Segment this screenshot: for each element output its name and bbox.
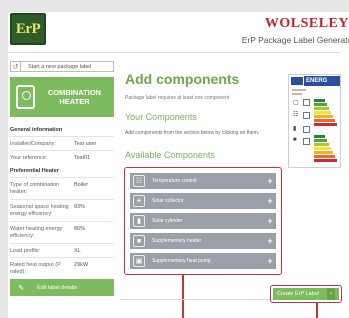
- erp-logo: ErP: [10, 13, 46, 45]
- rating-bar: [314, 123, 337, 126]
- rating-bar: [314, 151, 333, 154]
- info-row-installer: Installer/Company: Test user: [10, 141, 97, 147]
- thermostat-icon: ☷: [293, 112, 299, 118]
- heat-pump-icon: ▣: [133, 255, 145, 267]
- divider: [10, 199, 114, 200]
- rating-bar: [314, 147, 331, 150]
- cylinder-icon: ▮: [133, 215, 145, 227]
- label-slot: [303, 138, 310, 145]
- create-erp-label-highlight: Create ErP Label ›: [270, 285, 342, 303]
- preferential-heater-title: Preferential Heater: [10, 168, 59, 174]
- rating-bar: [314, 139, 327, 142]
- available-components-title: Available Components: [125, 150, 215, 160]
- edit-label-details-text: Edit label details: [37, 284, 78, 291]
- rating-bar: [314, 99, 325, 102]
- divider: [10, 150, 114, 151]
- label-text-line: [292, 93, 302, 95]
- create-erp-label-text: Create ErP Label: [276, 291, 320, 297]
- plus-icon: +: [267, 216, 273, 226]
- plus-icon: +: [267, 236, 273, 246]
- cylinder-icon: ▮: [293, 126, 297, 132]
- heater-icon: ■: [133, 235, 145, 247]
- rating-bar: [314, 159, 337, 162]
- thermostat-icon: ☷: [133, 175, 145, 187]
- component-supplementary-heater[interactable]: ■ Supplementary heater +: [130, 233, 276, 249]
- rating-bar: [314, 111, 331, 114]
- info-row-rated-output: Rated heat output (P rated): 29kW: [10, 262, 89, 275]
- info-row-combination-type: Type of combination heater: Boiler: [10, 182, 89, 195]
- label-text-line: [292, 89, 306, 91]
- energy-label-preview: ENERG ▢ ☷ ▮ ■: [288, 74, 341, 168]
- plus-icon: +: [267, 256, 273, 266]
- callout-line: [316, 303, 318, 318]
- label-slot: [303, 112, 310, 119]
- pencil-icon: ✎: [18, 284, 24, 292]
- label-slot: [303, 99, 310, 106]
- divider: [10, 136, 114, 137]
- create-erp-label-button[interactable]: Create ErP Label ›: [273, 288, 339, 300]
- edit-label-details-button[interactable]: ✎ Edit label details: [10, 279, 114, 296]
- rating-bar: [314, 143, 329, 146]
- rating-bar: [314, 155, 335, 158]
- info-row-water-heating: Water heating energy efficiency: 86%: [10, 226, 86, 239]
- component-temperature-control[interactable]: ☷ Temperature control +: [130, 173, 276, 189]
- component-supplementary-heat-pump[interactable]: ▣ Supplementary heat pump +: [130, 253, 276, 269]
- solar-collector-icon: ☀: [133, 195, 145, 207]
- heater-type-box: COMBINATION HEATER: [10, 77, 114, 117]
- component-solar-cylinder[interactable]: ▮ Solar cylinder +: [130, 213, 276, 229]
- info-row-reference: Your reference: Test01: [10, 155, 91, 161]
- available-components-list: ☷ Temperature control + ☀ Solar collecto…: [124, 167, 282, 275]
- divider: [10, 243, 114, 244]
- info-row-load-profile: Load profile: XL: [10, 248, 81, 254]
- wolseley-brand: WOLSELEY: [264, 16, 349, 31]
- divider: [10, 257, 114, 258]
- divider: [10, 177, 114, 178]
- heater-icon: ■: [293, 137, 297, 143]
- info-row-space-heating: Seasonal space heating energy efficiency…: [10, 204, 86, 217]
- your-components-title: Your Components: [125, 112, 197, 122]
- energy-label-heading: ENERG: [304, 76, 340, 86]
- start-new-label-text: Start a new package label: [28, 63, 92, 70]
- restart-icon: ↺: [11, 62, 21, 71]
- requirement-note: Package label requires at least one comp…: [125, 95, 230, 101]
- arrow-right-icon: ›: [327, 288, 336, 300]
- header-divider: [8, 52, 341, 53]
- page-title: Add components: [125, 71, 240, 87]
- start-new-label-button[interactable]: ↺ Start a new package label: [10, 61, 114, 72]
- rating-bar: [314, 135, 325, 138]
- app-subtitle: ErP Package Label Generator: [241, 35, 349, 45]
- divider: [10, 221, 114, 222]
- rating-bar: [314, 115, 333, 118]
- boiler-icon: [16, 85, 35, 109]
- boiler-icon: ▢: [293, 100, 299, 106]
- callout-line: [182, 275, 184, 318]
- add-components-note: Add components from the section below by…: [125, 130, 260, 136]
- plus-icon: +: [267, 196, 273, 206]
- rating-bar: [314, 107, 329, 110]
- heater-type-title: COMBINATION HEATER: [47, 88, 102, 106]
- page: ErP WOLSELEY ErP Package Label Generator…: [0, 0, 349, 318]
- general-info-title: General information: [10, 127, 63, 133]
- rating-bar: [314, 103, 327, 106]
- component-solar-collector[interactable]: ☀ Solar collector +: [130, 193, 276, 209]
- eu-flag-icon: [291, 77, 303, 85]
- rating-bar: [314, 119, 335, 122]
- label-slot: [303, 126, 310, 133]
- plus-icon: +: [267, 176, 273, 186]
